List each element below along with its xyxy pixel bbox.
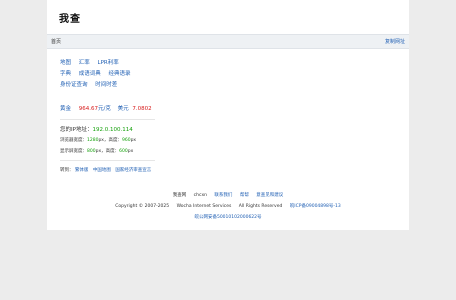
footer-site-domain: chcxn xyxy=(193,193,207,198)
browser-height: 960 xyxy=(121,138,131,143)
screen-unit-1: px，高度： xyxy=(95,149,120,154)
browser-size-row: 浏览器宽度：1280px，高度：960px xyxy=(60,137,136,143)
link-time-difference[interactable]: 时间时差 xyxy=(95,82,117,88)
browser-size-label: 浏览器宽度： xyxy=(60,138,87,143)
police-record-link[interactable]: 皖公网安备50010102000622号 xyxy=(194,215,261,220)
footer-feedback-link[interactable]: 意查见和建议 xyxy=(256,193,283,198)
browser-width: 1280 xyxy=(87,138,99,143)
footer-police-record: 皖公网安备50010102000622号 xyxy=(47,214,409,220)
copyright-text: Copyright © 2007-2025 xyxy=(115,204,170,209)
tools-row-1: 地图 汇率 LPR利率 xyxy=(60,58,125,66)
rights-text: All Rights Reserved xyxy=(238,204,283,209)
link-economic-declaration[interactable]: 国家经济审查宣言 xyxy=(115,168,151,173)
link-id-card-lookup[interactable]: 身份证查询 xyxy=(60,82,88,88)
ip-row: 您的IP地址：192.0.100.114 xyxy=(60,125,133,133)
company-name: Wocha Internet Services xyxy=(176,204,232,209)
footer-links: 我查网 chcxn 联系我们 帮帮 意查见和建议 xyxy=(47,192,409,198)
divider xyxy=(60,119,155,120)
price-row: 黄金 964.67元/克 美元 7.0802 xyxy=(60,104,152,112)
ip-value: 192.0.100.114 xyxy=(92,127,133,133)
link-map[interactable]: 地图 xyxy=(60,60,71,66)
link-exchange-rate[interactable]: 汇率 xyxy=(79,60,90,66)
gold-unit[interactable]: 元/克 xyxy=(98,106,111,112)
switch-label: 转到： xyxy=(60,168,74,173)
footer-site-name: 我查网 xyxy=(172,193,187,198)
gold-label[interactable]: 黄金 xyxy=(60,106,71,112)
browser-unit-1: px，高度： xyxy=(98,138,122,143)
switch-row: 转到： 繁体版 中国地图 国家经济审查宣言 xyxy=(60,167,157,173)
link-china-map[interactable]: 中国地图 xyxy=(93,168,111,173)
copy-url-link[interactable]: 复制网址 xyxy=(385,38,405,45)
link-dictionary[interactable]: 字典 xyxy=(60,71,71,77)
screen-size-row: 显示屏宽度：800px，高度：600px xyxy=(60,148,133,154)
tools-row-2: 字典 成语词典 经典语录 xyxy=(60,69,137,77)
link-classic-quotes[interactable]: 经典语录 xyxy=(109,71,131,77)
usd-rate: 7.0802 xyxy=(132,106,152,112)
footer-copyright: Copyright © 2007-2025 Wocha Internet Ser… xyxy=(47,203,409,209)
screen-height: 600 xyxy=(119,149,128,154)
tools-row-3: 身份证查询 时间时差 xyxy=(60,80,123,88)
icp-link[interactable]: 皖ICP备09004898号-13 xyxy=(290,204,341,209)
link-idiom-dictionary[interactable]: 成语词典 xyxy=(79,71,101,77)
browser-unit-2: px xyxy=(130,138,137,143)
link-lpr-rate[interactable]: LPR利率 xyxy=(98,60,119,66)
footer-contact-link[interactable]: 联系我们 xyxy=(214,193,232,198)
footer-help-link[interactable]: 帮帮 xyxy=(240,193,249,198)
screen-width: 800 xyxy=(87,149,96,154)
link-traditional[interactable]: 繁体版 xyxy=(75,168,89,173)
nav-bar: 首页 复制网址 xyxy=(47,34,409,49)
gold-price: 964.67 xyxy=(78,106,99,112)
ip-label: 您的IP地址： xyxy=(60,127,93,133)
screen-unit-2: px xyxy=(127,149,134,154)
nav-home-link[interactable]: 首页 xyxy=(51,38,61,45)
usd-label[interactable]: 美元 xyxy=(118,106,129,112)
site-logo[interactable]: 我查 xyxy=(59,10,81,25)
page-container: 我查 首页 复制网址 地图 汇率 LPR利率 字典 成语词典 经典语录 身份证查… xyxy=(47,0,409,230)
divider xyxy=(60,160,155,161)
screen-size-label: 显示屏宽度： xyxy=(60,149,87,154)
